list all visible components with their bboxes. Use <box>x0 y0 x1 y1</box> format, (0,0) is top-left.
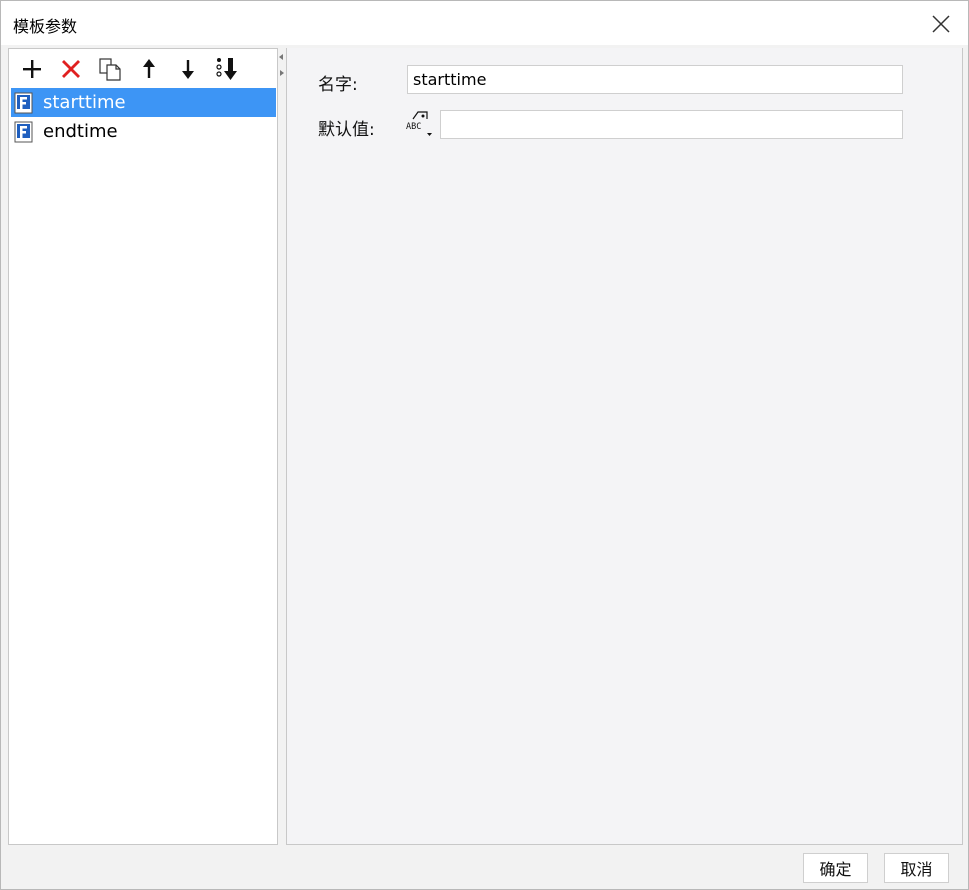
default-value-input[interactable] <box>440 110 903 139</box>
name-label: 名字: <box>318 75 358 95</box>
svg-text:ABC: ABC <box>406 122 421 132</box>
parameter-item-endtime[interactable]: endtime <box>11 117 276 146</box>
parameter-name-label: starttime <box>43 92 126 113</box>
arrow-down-icon <box>182 60 194 79</box>
parameter-toolbar <box>9 49 277 87</box>
sort-icon <box>216 58 237 80</box>
dialog-body: starttime endtime 名字: 默认值: <box>0 45 969 890</box>
title-bar: 模板参数 <box>0 0 969 45</box>
expand-right-icon[interactable] <box>280 70 284 76</box>
move-up-button[interactable] <box>136 56 162 82</box>
value-type-button[interactable]: ABC <box>405 110 435 138</box>
name-input[interactable] <box>407 65 903 94</box>
parameter-name-label: endtime <box>43 121 118 142</box>
cancel-button[interactable]: 取消 <box>884 853 949 883</box>
close-button[interactable] <box>930 13 952 35</box>
parameter-icon <box>14 92 33 113</box>
parameter-icon <box>14 121 33 142</box>
default-value-label: 默认值: <box>318 120 375 140</box>
parameter-detail-panel: 名字: 默认值: ABC <box>287 48 963 845</box>
collapse-left-icon[interactable] <box>279 54 283 60</box>
window-title: 模板参数 <box>13 17 78 36</box>
copy-parameter-button[interactable] <box>97 56 123 82</box>
parameter-list: starttime endtime <box>11 88 276 146</box>
delete-parameter-button[interactable] <box>58 56 84 82</box>
add-parameter-button[interactable] <box>19 56 45 82</box>
ok-button[interactable]: 确定 <box>803 853 868 883</box>
parameter-item-starttime[interactable]: starttime <box>11 88 276 117</box>
parameter-list-panel: starttime endtime <box>8 48 278 845</box>
sort-button[interactable] <box>214 56 240 82</box>
close-icon <box>932 15 950 33</box>
add-icon <box>23 60 41 78</box>
abc-type-icon: ABC <box>406 111 432 136</box>
arrow-up-icon <box>143 59 155 78</box>
move-down-button[interactable] <box>175 56 201 82</box>
copy-icon <box>99 58 121 81</box>
panel-splitter[interactable] <box>278 48 286 845</box>
delete-icon <box>62 60 80 78</box>
